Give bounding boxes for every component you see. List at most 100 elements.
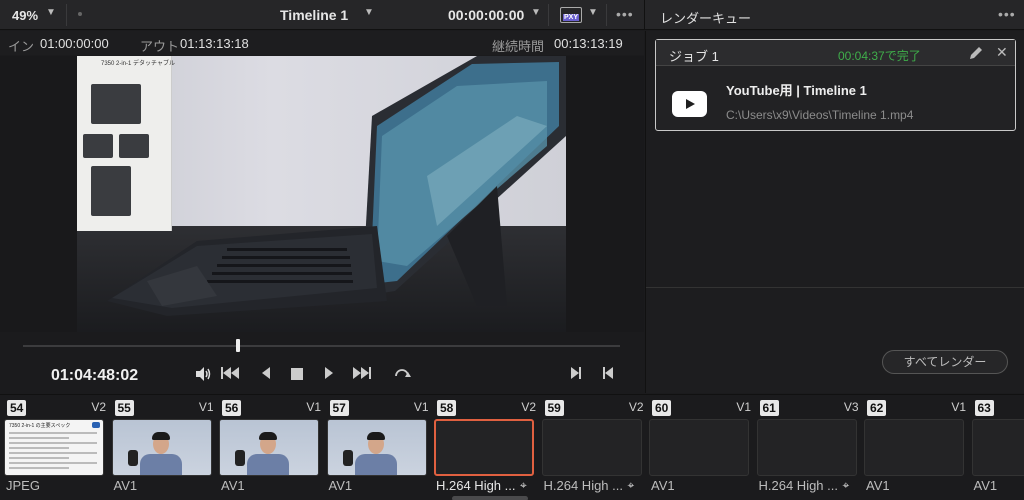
scrubber-track[interactable] (23, 345, 620, 347)
volume-icon[interactable] (193, 366, 213, 384)
clip-thumbnail[interactable]: 61 V3 H.264 High ... ⌖ (755, 395, 861, 500)
clip-codec: AV1 (221, 478, 245, 493)
clip-thumbnail[interactable]: 59 V2 H.264 High ... ⌖ (540, 395, 646, 500)
prev-clip-icon[interactable] (598, 366, 618, 384)
play-icon[interactable] (319, 366, 339, 384)
render-job-card[interactable]: ジョブ 1 00:04:37で完了 ✕ YouTube用 | Timeline … (655, 39, 1016, 131)
viewer-options-more-icon[interactable]: ••• (616, 6, 634, 22)
out-label: アウト (140, 39, 180, 54)
divider (606, 4, 607, 26)
zoom-chevron-down-icon[interactable]: ▼ (44, 6, 58, 20)
zoom-level[interactable]: 49% (12, 8, 38, 23)
clip-thumbnail-strip: 54 V2 7350 2-in-1 の主要スペック JPEG 55 V1 AV1 56 V1 AV… (0, 394, 1024, 500)
video-frame[interactable]: 7350 2-in-1 デタッチャブル (77, 56, 566, 332)
proxy-icon[interactable]: PXY (560, 7, 582, 23)
loop-icon[interactable] (392, 366, 412, 384)
clip-track: V1 (736, 400, 751, 414)
clip-codec: H.264 High ... (758, 478, 839, 493)
document-row (9, 462, 97, 464)
clip-number: 57 (329, 400, 349, 416)
crosshair-icon: ⌖ (842, 478, 850, 492)
divider (66, 4, 67, 26)
stop-icon[interactable] (287, 366, 307, 384)
render-queue-title: レンダーキュー (660, 11, 752, 26)
clip-number: 60 (652, 400, 672, 416)
clip-codec: AV1 (651, 478, 675, 493)
clip-codec: JPEG (6, 478, 40, 493)
clip-track: V1 (198, 400, 214, 414)
clip-thumbnail-image[interactable]: 7350 2-in-1 の主要スペック (4, 419, 104, 476)
clip-thumbnail-image[interactable] (219, 419, 319, 476)
toolbar-timecode: 00:00:00:00 (448, 7, 525, 23)
clip-codec: AV1 (113, 478, 138, 493)
document-row (9, 437, 69, 439)
clip-thumbnail-image[interactable] (864, 419, 964, 476)
render-job-name: YouTube用 | Timeline 1 (726, 83, 867, 98)
render-queue-more-icon[interactable]: ••• (998, 6, 1016, 22)
clip-codec: H.264 High ... (543, 478, 624, 493)
clip-track: V2 (628, 400, 644, 414)
clip-thumbnail[interactable]: 56 V1 AV1 (217, 395, 323, 500)
playhead[interactable] (235, 339, 240, 352)
clip-thumbnail-image[interactable] (434, 419, 534, 476)
proxy-badge: PXY (563, 14, 580, 21)
clip-thumbnail[interactable]: 55 V1 AV1 (110, 395, 216, 500)
logo-icon (92, 422, 100, 428)
person-hair (366, 432, 385, 440)
clip-thumbnail[interactable]: 60 V1 AV1 (647, 395, 753, 500)
skip-back-icon[interactable] (220, 366, 240, 384)
clip-thumbnail[interactable]: 54 V2 7350 2-in-1 の主要スペック JPEG (2, 395, 108, 500)
dot-icon (78, 12, 82, 16)
render-all-button[interactable]: すべてレンダー (882, 350, 1008, 374)
clip-thumbnail[interactable]: 57 V1 AV1 (325, 395, 431, 500)
render-job-title: ジョブ 1 (669, 49, 719, 64)
clip-number: 63 (974, 400, 994, 416)
skip-forward-icon[interactable] (352, 366, 372, 384)
clip-thumbnail-image[interactable] (971, 419, 1024, 476)
render-job-path: C:\Users\x9\Videos\Timeline 1.mp4 (726, 108, 914, 122)
next-clip-icon[interactable] (566, 366, 586, 384)
document-row (9, 442, 97, 444)
clip-track: V3 (843, 400, 859, 414)
clip-thumbnail[interactable]: 63 AV1 (970, 395, 1024, 500)
current-timecode: 01:04:48:02 (51, 367, 139, 384)
clip-number: 56 (222, 400, 242, 416)
document-row (9, 447, 69, 449)
pencil-icon[interactable] (968, 45, 984, 64)
clip-number: 62 (867, 400, 887, 416)
clip-thumbnail-image[interactable] (326, 419, 427, 476)
close-icon[interactable]: ✕ (996, 44, 1008, 61)
timecode-chevron-down-icon[interactable]: ▼ (529, 6, 543, 20)
clip-number: 54 (7, 400, 27, 416)
strip-scrollbar[interactable] (452, 496, 528, 500)
clip-thumbnail[interactable]: 62 V1 AV1 (862, 395, 968, 500)
person-hair (151, 432, 170, 440)
person-body (354, 454, 397, 475)
out-value: 01:13:13:18 (180, 36, 249, 51)
duration-label: 継続時間 (492, 39, 545, 54)
clip-track: V2 (91, 400, 106, 414)
divider (548, 4, 549, 26)
clip-thumbnail-image[interactable] (111, 419, 212, 476)
person-body (247, 454, 289, 475)
clip-track: V1 (413, 400, 429, 414)
person-body (139, 454, 182, 475)
proxy-chevron-down-icon[interactable]: ▼ (586, 6, 600, 20)
play-reverse-icon[interactable] (256, 366, 276, 384)
viewer[interactable]: 7350 2-in-1 デタッチャブル (0, 56, 644, 332)
clip-number: 61 (759, 400, 779, 416)
divider (646, 287, 1024, 288)
clip-thumbnail-image[interactable] (541, 419, 642, 476)
in-value: 01:00:00:00 (40, 36, 109, 51)
person-hair (259, 432, 277, 440)
document-row (9, 457, 69, 459)
crosshair-icon: ⌖ (520, 478, 527, 492)
clip-thumbnail-image[interactable] (756, 419, 857, 476)
clip-number: 59 (544, 400, 564, 416)
timeline-chevron-down-icon[interactable]: ▼ (362, 6, 376, 20)
crosshair-icon: ⌖ (627, 478, 635, 492)
clip-thumbnail-image[interactable] (649, 419, 749, 476)
viewer-toolbar: 49% ▼ Timeline 1 ▼ 00:00:00:00 ▼ PXY ▼ •… (0, 0, 1024, 30)
timeline-name[interactable]: Timeline 1 (280, 7, 348, 23)
clip-thumbnail[interactable]: 58 V2 H.264 High ... ⌖ (432, 395, 538, 500)
